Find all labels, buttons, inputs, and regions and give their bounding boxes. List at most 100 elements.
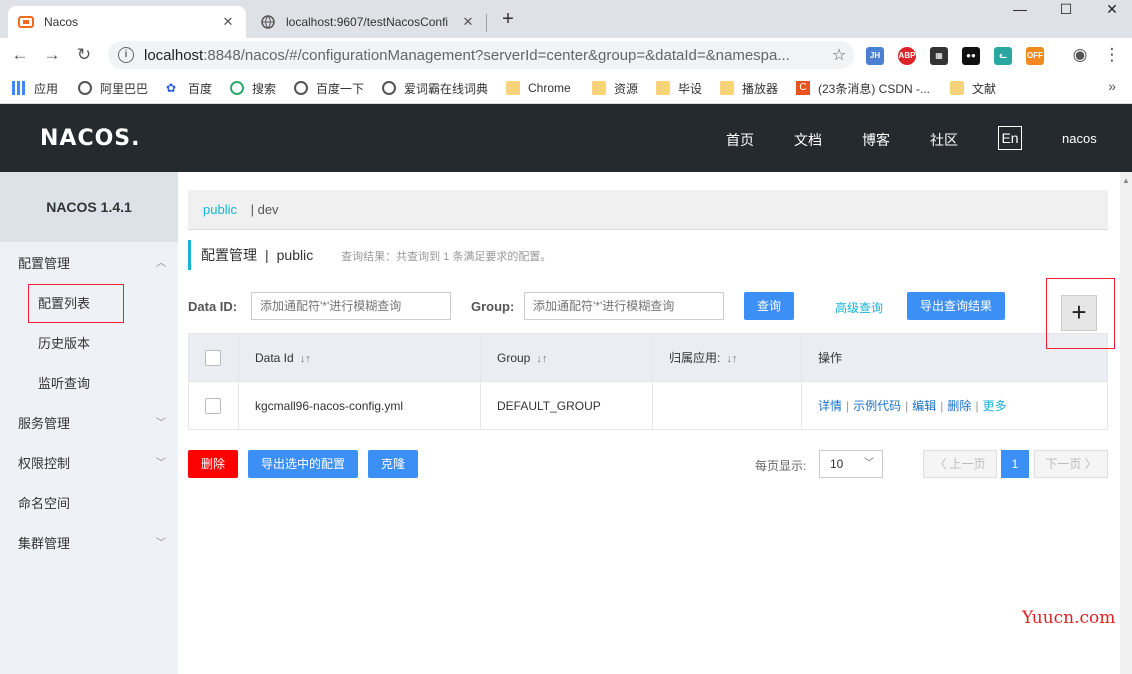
advanced-query-link[interactable]: 高级查询 <box>835 299 883 316</box>
address-bar[interactable]: i localhost:8848/nacos/#/configurationMa… <box>108 41 854 69</box>
cat-icon[interactable]: ᓚ <box>994 47 1012 65</box>
sidebar-item-access-control[interactable]: 权限控制 ﹀ <box>0 444 178 484</box>
qr-icon[interactable]: ▦ <box>930 47 948 65</box>
reload-icon[interactable]: ↻ <box>72 43 96 67</box>
prev-page-button[interactable]: 〈 上一页 <box>923 450 997 478</box>
sidebar-item-config-management[interactable]: 配置管理 ︿ <box>0 244 178 284</box>
nav-blog[interactable]: 博客 <box>862 130 890 150</box>
close-tab-icon[interactable]: ✕ <box>220 14 236 30</box>
sidebar-item-cluster-management[interactable]: 集群管理 ﹀ <box>0 524 178 564</box>
watermark: Yuucn.com <box>1022 608 1116 628</box>
bookmark-csdn[interactable]: C (23条消息) CSDN -... <box>796 79 930 97</box>
query-button[interactable]: 查询 <box>744 292 794 320</box>
namespace-dev[interactable]: | dev <box>251 202 279 217</box>
export-results-button[interactable]: 导出查询结果 <box>907 292 1005 320</box>
bookmark-folder-papers[interactable]: 文献 <box>950 79 996 97</box>
maximize-button[interactable]: ☐ <box>1046 0 1086 18</box>
scroll-up-arrow-icon[interactable]: ▲ <box>1120 176 1132 185</box>
delete-link[interactable]: 删除 <box>947 399 971 413</box>
globe-icon <box>382 81 396 95</box>
group-label: Group: <box>471 299 515 314</box>
data-id-label: Data ID: <box>188 299 238 314</box>
scrollbar[interactable] <box>1120 172 1132 674</box>
profile-icon[interactable]: ◉ <box>1068 43 1092 67</box>
detail-link[interactable]: 详情 <box>818 399 842 413</box>
browser-tab-bar: Nacos ✕ localhost:9607/testNacosConfi ✕ … <box>0 0 1132 38</box>
bookmark-search[interactable]: 搜索 <box>230 79 276 97</box>
tab-label: localhost:9607/testNacosConfi <box>286 15 449 29</box>
bookmark-folder-chrome[interactable]: Chrome <box>506 79 571 97</box>
column-data-id[interactable]: Data Id ↓↑ <box>238 333 481 382</box>
chevron-down-icon: ﹀ <box>156 458 166 469</box>
bookmark-baidu[interactable]: ✿ 百度 <box>166 79 212 97</box>
per-page-select[interactable]: 10 ﹀ <box>819 450 883 478</box>
new-tab-button[interactable]: + <box>496 8 520 32</box>
sidebar-item-service-management[interactable]: 服务管理 ﹀ <box>0 404 178 444</box>
user-name[interactable]: nacos <box>1062 131 1097 146</box>
next-page-button[interactable]: 下一页 〉 <box>1034 450 1108 478</box>
group-input[interactable] <box>524 292 724 320</box>
namespace-public[interactable]: public <box>203 202 237 217</box>
language-toggle-button[interactable]: En <box>998 126 1022 150</box>
edit-link[interactable]: 编辑 <box>912 399 936 413</box>
close-tab-icon[interactable]: ✕ <box>460 14 476 30</box>
per-page-label: 每页显示: <box>755 459 807 473</box>
select-all-checkbox[interactable] <box>205 349 221 366</box>
bookmark-folder-thesis[interactable]: 毕设 <box>656 79 702 97</box>
bookmark-apps[interactable]: 应用 <box>12 79 58 97</box>
tab-nacos[interactable]: Nacos ✕ <box>8 6 246 38</box>
main-content: public | dev 配置管理 | public 查询结果：共查询到 1 条满足… <box>178 172 1120 674</box>
baidu-paw-icon: ✿ <box>166 81 177 95</box>
sort-icon[interactable]: ↓↑ <box>300 353 311 365</box>
bookmark-star-icon[interactable]: ☆ <box>824 45 854 65</box>
nav-community[interactable]: 社区 <box>930 130 958 150</box>
bookmark-folder-player[interactable]: 播放器 <box>720 79 778 97</box>
page-number-current[interactable]: 1 <box>1001 450 1029 478</box>
nacos-logo[interactable]: NACOS. <box>40 126 141 151</box>
nav-docs[interactable]: 文档 <box>794 130 822 150</box>
sample-code-link[interactable]: 示例代码 <box>853 399 901 413</box>
nav-home[interactable]: 首页 <box>726 130 754 150</box>
sidebar-item-namespace[interactable]: 命名空间 <box>0 484 178 524</box>
delete-selected-button[interactable]: 删除 <box>188 450 238 478</box>
nacos-header: NACOS. 首页 文档 博客 社区 En nacos <box>0 104 1132 172</box>
highlight-box <box>1046 278 1115 349</box>
sort-icon[interactable]: ↓↑ <box>726 353 737 365</box>
bookmark-iciba[interactable]: 爱词霸在线词典 <box>382 79 488 97</box>
export-selected-button[interactable]: 导出选中的配置 <box>248 450 358 478</box>
table-row: kgcmall96-nacos-config.yml DEFAULT_GROUP… <box>188 381 1108 430</box>
back-arrow-icon[interactable]: ← <box>8 43 32 67</box>
url-text[interactable]: localhost:8848/nacos/#/configurationMana… <box>144 47 824 64</box>
forward-arrow-icon[interactable]: → <box>40 43 64 67</box>
chevron-down-icon: ﹀ <box>156 538 166 549</box>
apps-icon <box>12 81 26 95</box>
sidebar-item-listener-query[interactable]: 监听查询 <box>0 364 178 404</box>
clone-button[interactable]: 克隆 <box>368 450 418 478</box>
cell-group: DEFAULT_GROUP <box>480 381 653 430</box>
nacos-favicon-icon <box>18 14 34 30</box>
column-app[interactable]: 归属应用: ↓↑ <box>652 333 802 382</box>
bookmark-alibaba[interactable]: 阿里巴巴 <box>78 79 148 97</box>
column-group[interactable]: Group ↓↑ <box>480 333 653 382</box>
row-checkbox[interactable] <box>205 397 221 414</box>
bookmarks-more-icon[interactable]: » <box>1108 78 1116 94</box>
more-link[interactable]: 更多 <box>983 399 1007 413</box>
tab-localhost-9607[interactable]: localhost:9607/testNacosConfi ✕ <box>250 6 486 38</box>
search-circle-icon <box>230 81 244 95</box>
query-result-text: 查询结果：共查询到 1 条满足要求的配置。 <box>341 251 552 263</box>
abp-icon[interactable]: ABP <box>898 47 916 65</box>
menu-kebab-icon[interactable]: ⋮ <box>1100 43 1124 67</box>
off-icon[interactable]: OFF <box>1026 47 1044 65</box>
jh-icon[interactable]: JH <box>866 47 884 65</box>
close-window-button[interactable]: ✕ <box>1092 0 1132 18</box>
tampermonkey-icon[interactable]: ●● <box>962 47 980 65</box>
bookmark-folder-resources[interactable]: 资源 <box>592 79 638 97</box>
sort-icon[interactable]: ↓↑ <box>536 353 547 365</box>
cell-app <box>652 381 802 430</box>
folder-icon <box>506 81 520 95</box>
data-id-input[interactable] <box>251 292 451 320</box>
sidebar-item-history[interactable]: 历史版本 <box>0 324 178 364</box>
minimize-button[interactable]: — <box>1000 0 1040 18</box>
bookmark-baidu-search[interactable]: 百度一下 <box>294 79 364 97</box>
info-icon[interactable]: i <box>118 47 134 63</box>
